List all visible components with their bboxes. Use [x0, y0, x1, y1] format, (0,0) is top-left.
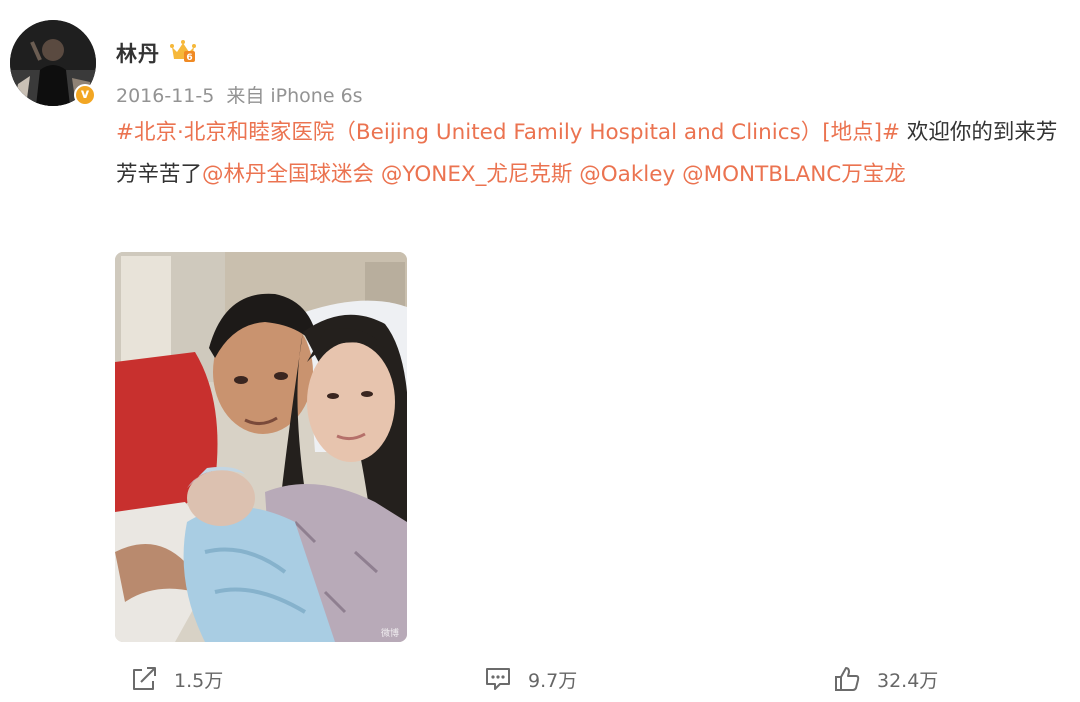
post-photo[interactable]: 微博 [115, 252, 407, 642]
vip-level: 6 [186, 53, 192, 63]
post-meta: 2016-11-5 来自 iPhone 6s [116, 81, 369, 108]
share-icon [133, 667, 156, 690]
source-prefix: 来自 [226, 85, 265, 107]
comment-button[interactable]: 9.7万 [484, 664, 577, 694]
weibo-post: v 林丹 6 2016-11-5 来自 iPhone 6s #北京·北京和睦家医院… [0, 0, 1080, 702]
like-button[interactable]: 32.4万 [833, 664, 938, 694]
topic-link[interactable]: #北京·北京和睦家医院（Beijing United Family Hospit… [116, 120, 900, 145]
source-device: iPhone 6s [270, 85, 363, 107]
mention-link[interactable]: @YONEX_尤尼克斯 [381, 162, 573, 187]
thumbs-up-icon [835, 667, 860, 691]
share-count: 1.5万 [174, 669, 224, 692]
mention-link[interactable]: @林丹全国球迷会 [202, 162, 374, 187]
mention-link[interactable]: @Oakley [579, 162, 675, 187]
post-date[interactable]: 2016-11-5 [116, 85, 214, 107]
comment-count: 9.7万 [528, 669, 578, 692]
mention-link[interactable]: @MONTBLANC万宝龙 [682, 162, 906, 187]
vip-crown-icon[interactable]: 6 [170, 39, 196, 63]
username[interactable]: 林丹 [116, 38, 160, 68]
post-text: #北京·北京和睦家医院（Beijing United Family Hospit… [116, 112, 1060, 196]
share-button[interactable]: 1.5万 [130, 664, 223, 694]
photo-watermark: 微博 [381, 627, 399, 639]
like-count: 32.4万 [877, 669, 939, 692]
comment-icon [486, 668, 510, 690]
verified-badge-icon: v [74, 84, 96, 106]
